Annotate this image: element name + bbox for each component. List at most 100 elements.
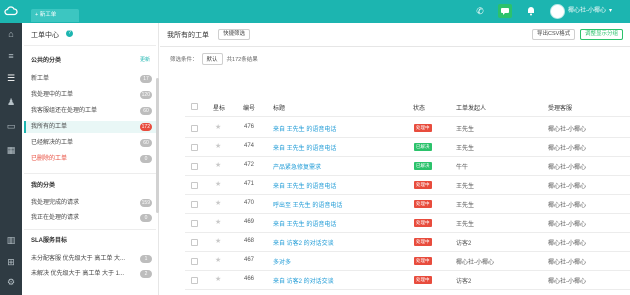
sidebar-item[interactable]: 我客服组还在处理的工单 60 xyxy=(24,105,156,117)
star-icon[interactable]: ★ xyxy=(215,199,221,207)
divider xyxy=(185,194,630,195)
sidebar-item-label: 我所有的工单 xyxy=(31,124,68,130)
row-checkbox[interactable] xyxy=(191,220,198,227)
cloud-logo-icon[interactable] xyxy=(4,4,18,18)
star-icon[interactable]: ★ xyxy=(215,123,221,131)
sidebar-item[interactable]: 我正在处理的请求 0 xyxy=(24,212,156,224)
star-icon[interactable]: ★ xyxy=(215,275,221,283)
section-public-update-link[interactable]: 更新 xyxy=(140,56,150,63)
star-icon[interactable]: ★ xyxy=(215,218,221,226)
table-row[interactable]: ★ 470 呼出至 王先生 的语音电话 处理中 王先生 椰心社-小椰心 xyxy=(160,200,630,218)
sidebar-item-label: 未解决 优先级大于 高工单 大于 1... xyxy=(31,271,125,277)
user-icon[interactable]: ♟ xyxy=(4,95,18,109)
status-badge: 已解决 xyxy=(414,162,432,170)
row-checkbox[interactable] xyxy=(191,144,198,151)
grid-icon[interactable]: ▦ xyxy=(4,143,18,157)
col-requester[interactable]: 工单发起人 xyxy=(456,103,486,112)
apps-icon[interactable]: ⊞ xyxy=(4,255,18,269)
divider xyxy=(185,270,630,271)
sidebar-item-label: 我客服组还在处理的工单 xyxy=(31,108,98,114)
sidebar-item[interactable]: 未分配客服 优先级大于 高工单 大... 1 xyxy=(24,253,156,265)
status-badge: 处理中 xyxy=(414,257,432,265)
star-icon[interactable]: ★ xyxy=(215,142,221,150)
ticket-id: 466 xyxy=(244,276,255,282)
assigned-agent: 椰心社-小椰心 xyxy=(548,184,586,190)
bell-icon[interactable] xyxy=(525,5,537,17)
table-row[interactable]: ★ 472 产品紧急修复需求 已解决 牛牛 椰心社-小椰心 xyxy=(160,162,630,180)
ticket-title-link[interactable]: 呼出至 王先生 的语音电话 xyxy=(273,200,342,209)
table-row[interactable]: ★ 469 来自 王先生 的语音电话 处理中 王先生 椰心社-小椰心 xyxy=(160,219,630,237)
row-checkbox[interactable] xyxy=(191,163,198,170)
divider xyxy=(185,116,630,117)
ticket-title-link[interactable]: 来自 访客2 的对话交谈 xyxy=(273,276,334,285)
divider xyxy=(185,289,630,290)
sidebar-item[interactable]: 已删除的工单 0 xyxy=(24,153,156,165)
ticket-title-link[interactable]: 来自 王先生 的语音电话 xyxy=(273,143,336,152)
ticket-title-link[interactable]: 产品紧急修复需求 xyxy=(273,162,321,171)
assigned-agent: 椰心社-小椰心 xyxy=(548,165,586,171)
col-star[interactable]: 星标 xyxy=(213,103,225,112)
status-badge: 处理中 xyxy=(414,124,432,132)
sidebar-scrollbar[interactable] xyxy=(156,78,159,213)
ticket-title-link[interactable]: 多对多 xyxy=(273,257,291,266)
chat-icon[interactable] xyxy=(498,4,512,18)
sidebar-item[interactable]: 新工单 17 xyxy=(24,73,156,85)
ticket-id: 474 xyxy=(244,143,255,149)
star-icon[interactable]: ★ xyxy=(215,256,221,264)
count-badge: 0 xyxy=(140,155,152,163)
col-status[interactable]: 状态 xyxy=(413,103,425,112)
sidebar-item[interactable]: 已经解决的工单 60 xyxy=(24,137,156,149)
sidebar-item[interactable]: 我处理完成的请求 159 xyxy=(24,197,156,209)
row-checkbox[interactable] xyxy=(191,201,198,208)
section-public-title: 公共的分类 xyxy=(31,58,62,64)
sidebar-item[interactable]: 未解决 优先级大于 高工单 大于 1... 2 xyxy=(24,268,156,280)
new-ticket-tab[interactable]: + 新工单 xyxy=(31,9,79,22)
stats-icon[interactable]: ▥ xyxy=(4,233,18,247)
user-menu[interactable]: 椰心社-小椰心 ▾ xyxy=(550,3,612,19)
row-checkbox[interactable] xyxy=(191,277,198,284)
ticket-list-icon[interactable]: ☰ xyxy=(4,71,18,85)
ticket-title-link[interactable]: 来自 王先生 的语音电话 xyxy=(273,219,336,228)
filter-chip[interactable]: 默认 xyxy=(201,53,223,65)
table-row[interactable]: ★ 474 来自 王先生 的语音电话 已解决 王先生 椰心社-小椰心 xyxy=(160,143,630,161)
ticket-id: 470 xyxy=(244,200,255,206)
star-icon[interactable]: ★ xyxy=(215,161,221,169)
ticket-id: 472 xyxy=(244,162,255,168)
table-row[interactable]: ★ 466 来自 访客2 的对话交谈 处理中 访客2 椰心社-小椰心 xyxy=(160,276,630,294)
filter-label: 筛选条件： xyxy=(170,57,198,63)
row-checkbox[interactable] xyxy=(191,182,198,189)
select-all-checkbox[interactable] xyxy=(191,103,198,110)
requester: 王先生 xyxy=(456,184,475,190)
adjust-grouping-button[interactable]: 调整显示分组 xyxy=(580,29,624,40)
ticket-title-link[interactable]: 来自 访客2 的对话交谈 xyxy=(273,238,334,247)
table-row[interactable]: ★ 476 来自 王先生 的语音电话 处理中 王先生 椰心社-小椰心 xyxy=(160,124,630,142)
section-sla-title: SLA服务目标 xyxy=(31,238,68,244)
sidebar-item[interactable]: 我处理中的工单 120 xyxy=(24,89,156,101)
quick-filter-button[interactable]: 快捷筛选 xyxy=(218,29,251,40)
phone-icon[interactable]: ✆ xyxy=(474,5,486,17)
star-icon[interactable]: ★ xyxy=(215,237,221,245)
gear-icon[interactable]: ⚙ xyxy=(4,275,18,289)
ticket-title-link[interactable]: 来自 王先生 的语音电话 xyxy=(273,181,336,190)
row-checkbox[interactable] xyxy=(191,239,198,246)
ticket-title-link[interactable]: 来自 王先生 的语音电话 xyxy=(273,124,336,133)
export-csv-button[interactable]: 导出CSV格式 xyxy=(532,29,576,40)
help-icon[interactable]: ? xyxy=(66,30,73,37)
row-checkbox[interactable] xyxy=(191,125,198,132)
count-badge: 172 xyxy=(139,123,152,131)
home-icon[interactable]: ⌂ xyxy=(4,27,18,41)
col-id[interactable]: 编号 xyxy=(243,103,255,112)
table-row[interactable]: ★ 471 来自 王先生 的语音电话 处理中 王先生 椰心社-小椰心 xyxy=(160,181,630,199)
table-row[interactable]: ★ 467 多对多 处理中 椰心社-小椰心 椰心社-小椰心 xyxy=(160,257,630,275)
filter-bar: 筛选条件： 默认 共172条结果 xyxy=(170,53,258,65)
chat-bubble-icon[interactable]: ▭ xyxy=(4,119,18,133)
star-icon[interactable]: ★ xyxy=(215,180,221,188)
sidebar-item[interactable]: 我所有的工单 172 xyxy=(24,121,156,133)
status-badge: 处理中 xyxy=(414,200,432,208)
menu-icon[interactable]: ≡ xyxy=(4,49,18,63)
row-checkbox[interactable] xyxy=(191,258,198,265)
status-badge: 处理中 xyxy=(414,219,432,227)
col-title[interactable]: 标题 xyxy=(273,103,285,112)
table-row[interactable]: ★ 468 来自 访客2 的对话交谈 处理中 访客2 椰心社-小椰心 xyxy=(160,238,630,256)
col-agent[interactable]: 受理客服 xyxy=(548,103,572,112)
